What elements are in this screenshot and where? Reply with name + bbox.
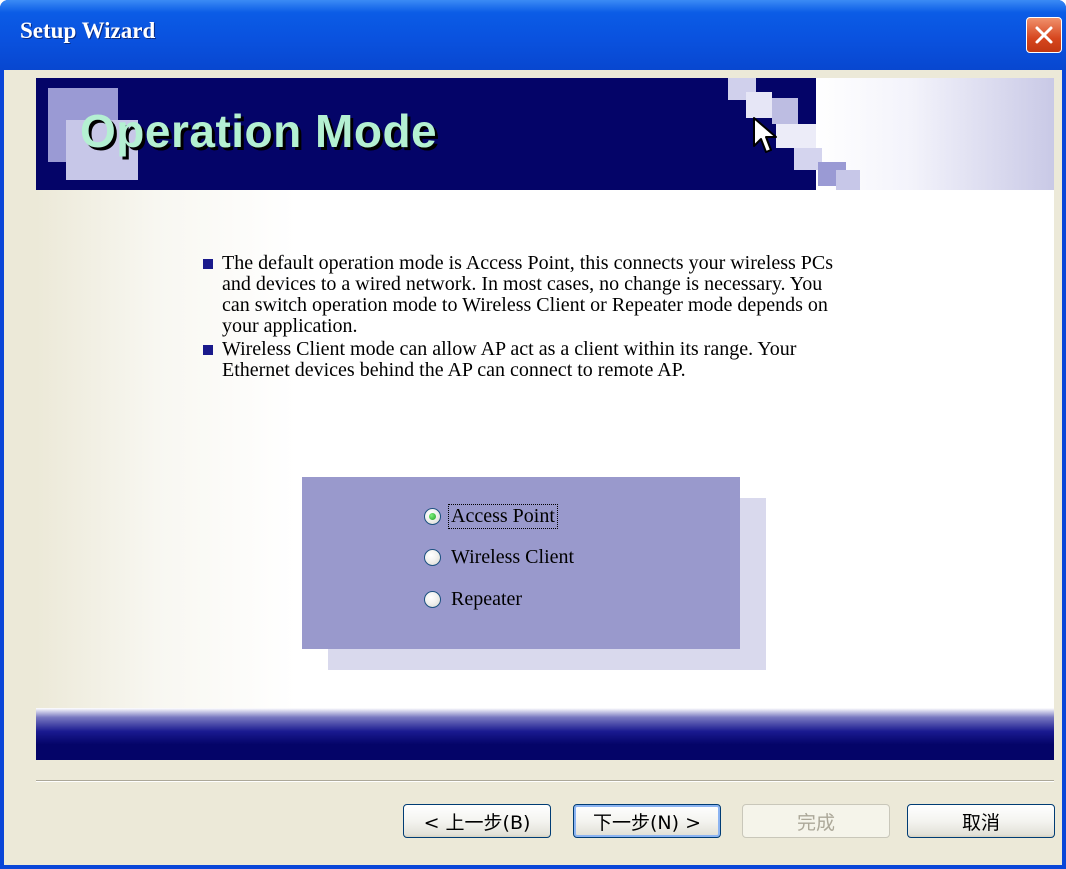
radio-label[interactable]: Access Point xyxy=(448,503,558,529)
radio-button-checked[interactable] xyxy=(424,507,441,525)
finish-button: 完成 xyxy=(742,804,890,838)
radio-label[interactable]: Wireless Client xyxy=(449,546,576,569)
window-title: Setup Wizard xyxy=(20,18,156,43)
next-button[interactable]: 下一步(N) > xyxy=(573,804,721,838)
radio-button[interactable] xyxy=(424,590,441,608)
banner-square xyxy=(836,170,860,190)
cancel-button[interactable]: 取消 xyxy=(907,804,1055,838)
header-banner: Operation Mode xyxy=(36,78,1054,190)
description-text: Wireless Client mode can allow AP act as… xyxy=(222,338,797,381)
operation-mode-group: Access Point Wireless Client Repeater xyxy=(302,477,740,649)
banner-square xyxy=(776,124,816,148)
dialog-body: Operation Mode The default operation mod… xyxy=(4,70,1062,865)
title-bar[interactable]: Setup Wizard xyxy=(0,0,1066,70)
bullet-square-icon xyxy=(203,259,213,269)
description-text: The default operation mode is Access Poi… xyxy=(222,252,834,337)
banner-square xyxy=(746,92,772,118)
description-item: The default operation mode is Access Poi… xyxy=(200,253,840,337)
wizard-page: Operation Mode The default operation mod… xyxy=(36,78,1054,760)
description-list: The default operation mode is Access Poi… xyxy=(200,253,840,383)
close-button[interactable] xyxy=(1026,17,1062,53)
radio-repeater[interactable]: Repeater xyxy=(424,585,524,613)
back-button[interactable]: < 上一步(B) xyxy=(403,804,551,838)
close-x-icon xyxy=(1035,26,1053,44)
footer-banner xyxy=(36,708,1054,760)
description-item: Wireless Client mode can allow AP act as… xyxy=(200,339,840,381)
radio-label[interactable]: Repeater xyxy=(449,588,524,611)
radio-access-point[interactable]: Access Point xyxy=(424,502,558,530)
bullet-square-icon xyxy=(203,345,213,355)
page-title: Operation Mode xyxy=(80,105,438,157)
radio-button[interactable] xyxy=(424,548,441,566)
mouse-pointer-icon xyxy=(753,117,777,153)
radio-wireless-client[interactable]: Wireless Client xyxy=(424,543,576,571)
button-separator xyxy=(36,780,1054,782)
setup-wizard-window: Setup Wizard Operation Mode The default … xyxy=(0,0,1066,869)
